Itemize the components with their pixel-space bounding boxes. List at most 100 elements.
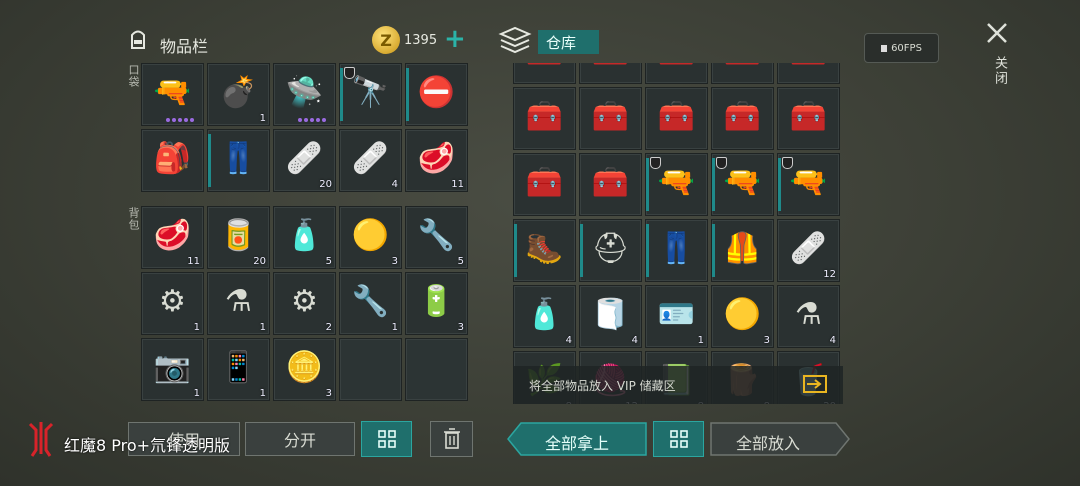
item-slot[interactable]: ⚙ 2: [273, 272, 336, 335]
warehouse-scroll[interactable]: 🧰🧰🧰🧰🧰🧰🧰🧰🧰🧰🧰🧰🔫🔫🔫🥾⛑👖🦺🩹12🧴4🧻4🪪1🟡3⚗4🌿8🧶12📗8🪵…: [513, 63, 844, 404]
item-count: 12: [823, 269, 836, 280]
item-slot[interactable]: 🧰: [777, 87, 840, 150]
item-slot[interactable]: 🧴 4: [513, 285, 576, 348]
item-slot[interactable]: 🔧 5: [405, 206, 468, 269]
ammo-box-icon: 🧰: [525, 99, 564, 135]
item-slot[interactable]: 🧰: [579, 63, 642, 84]
rarity-dot: [172, 118, 176, 122]
discard-button[interactable]: [430, 421, 473, 457]
item-slot[interactable]: 🔫: [711, 153, 774, 216]
tab-warehouse[interactable]: 仓库: [538, 30, 599, 54]
ammo-box-icon: 🧰: [658, 63, 695, 66]
item-slot[interactable]: 🟡 3: [339, 206, 402, 269]
vip-transfer-button[interactable]: [803, 375, 827, 393]
warehouse-grid: 🧰🧰🧰🧰🧰🧰🧰🧰🧰🧰🧰🧰🔫🔫🔫🥾⛑👖🦺🩹12🧴4🧻4🪪1🟡3⚗4🌿8🧶12📗8🪵…: [513, 63, 840, 404]
water-bottle-icon: 🧴: [285, 218, 324, 254]
item-slot[interactable]: 🪙 3: [273, 338, 336, 401]
item-slot[interactable]: [405, 338, 468, 401]
ammo-box-icon: 🧰: [790, 63, 827, 66]
item-slot[interactable]: 🔋 3: [405, 272, 468, 335]
sort-warehouse-button[interactable]: [653, 421, 704, 457]
item-slot[interactable]: 📱 1: [207, 338, 270, 401]
item-slot[interactable]: ⚗ 4: [777, 285, 840, 348]
item-slot[interactable]: 🩹 4: [339, 129, 402, 192]
item-slot[interactable]: 🩹 12: [777, 219, 840, 282]
item-slot[interactable]: 🛸: [273, 63, 336, 126]
item-slot[interactable]: 🔧 1: [339, 272, 402, 335]
item-slot[interactable]: ⚗ 1: [207, 272, 270, 335]
item-slot[interactable]: 👖: [645, 219, 708, 282]
grid-icon: [669, 430, 688, 448]
take-all-button[interactable]: 全部拿上: [507, 422, 647, 456]
item-count: 20: [253, 256, 266, 267]
item-slot[interactable]: ⛑: [579, 219, 642, 282]
split-button[interactable]: 分开: [245, 422, 355, 456]
item-count: 11: [187, 256, 200, 267]
item-slot[interactable]: 🩹 20: [273, 129, 336, 192]
item-slot[interactable]: 🦺: [711, 219, 774, 282]
item-count: 1: [259, 113, 266, 124]
item-slot[interactable]: 🧰: [711, 87, 774, 150]
close-button[interactable]: 关闭: [984, 20, 1012, 100]
item-count: 3: [763, 335, 770, 346]
steak-icon: 🥩: [153, 218, 192, 254]
item-slot[interactable]: 🥾: [513, 219, 576, 282]
item-slot[interactable]: 👖: [207, 129, 270, 192]
item-slot[interactable]: 🎒: [141, 129, 204, 192]
add-coins-button[interactable]: +: [444, 24, 466, 54]
item-count: 5: [457, 256, 464, 267]
item-slot[interactable]: 💣 1: [207, 63, 270, 126]
item-count: 1: [193, 322, 200, 333]
assault-rifle-icon: 🔫: [723, 165, 762, 201]
item-slot[interactable]: 🔭: [339, 63, 402, 126]
item-slot[interactable]: 🟡 3: [711, 285, 774, 348]
item-slot[interactable]: 🧰: [513, 87, 576, 150]
item-slot[interactable]: 🧴 5: [273, 206, 336, 269]
item-count: 1: [259, 388, 266, 399]
item-slot[interactable]: 🧰: [711, 63, 774, 84]
item-slot[interactable]: 🧰: [513, 153, 576, 216]
sort-inventory-button[interactable]: [361, 421, 412, 457]
item-slot[interactable]: 📷 1: [141, 338, 204, 401]
ammo-box-icon: 🧰: [525, 165, 564, 201]
item-slot[interactable]: 🔫: [645, 153, 708, 216]
boots-icon: 🥾: [525, 231, 564, 267]
device-logo-icon: [28, 420, 54, 458]
vip-storage-text: 将全部物品放入 VIP 储藏区: [529, 379, 676, 393]
hazmat-jacket-icon: 🦺: [723, 231, 762, 267]
food-can-icon: 🥫: [219, 218, 258, 254]
item-slot[interactable]: ⚙ 1: [141, 272, 204, 335]
item-slot[interactable]: [339, 338, 402, 401]
item-slot[interactable]: 🧰: [579, 87, 642, 150]
gas-mask-icon: ⛑: [591, 231, 630, 267]
backpack-grid: 🥩 11 🥫 20 🧴 5 🟡 3 🔧 5 ⚙ 1 ⚗ 1 ⚙ 2 🔧 1 🔋 3 📷 1 📱 1 🪙 3: [141, 206, 468, 401]
rarity-dot: [304, 118, 308, 122]
item-slot[interactable]: 🧰: [579, 153, 642, 216]
item-slot[interactable]: 🪪 1: [645, 285, 708, 348]
vip-storage-bar[interactable]: 将全部物品放入 VIP 储藏区: [513, 366, 843, 404]
hazmat-pants-icon: 👖: [657, 231, 696, 267]
item-slot[interactable]: 🧰: [777, 63, 840, 84]
item-slot[interactable]: 🥫 20: [207, 206, 270, 269]
item-slot[interactable]: ⛔: [405, 63, 468, 126]
spring-parts-icon: ⚙: [159, 284, 186, 320]
ammo-box-icon: 🧰: [657, 99, 696, 135]
item-count: 4: [631, 335, 638, 346]
item-count: 1: [193, 388, 200, 399]
item-slot[interactable]: 🔫: [141, 63, 204, 126]
fps-text: 60FPS: [891, 42, 922, 54]
put-all-button[interactable]: 全部放入: [710, 422, 850, 456]
item-slot[interactable]: 🧰: [513, 63, 576, 84]
medkit-bag-icon: 🩹: [285, 141, 324, 177]
item-slot[interactable]: 🧻 4: [579, 285, 642, 348]
durability-bar: [406, 68, 409, 121]
item-slot[interactable]: 🧰: [645, 63, 708, 84]
durability-bar: [340, 68, 343, 121]
durability-bar: [646, 224, 649, 277]
item-slot[interactable]: 🥩 11: [141, 206, 204, 269]
item-slot[interactable]: 🔫: [777, 153, 840, 216]
item-slot[interactable]: 🥩 11: [405, 129, 468, 192]
durability-bar: [778, 158, 781, 211]
item-slot[interactable]: 🧰: [645, 87, 708, 150]
drone-icon: 🛸: [285, 75, 324, 111]
